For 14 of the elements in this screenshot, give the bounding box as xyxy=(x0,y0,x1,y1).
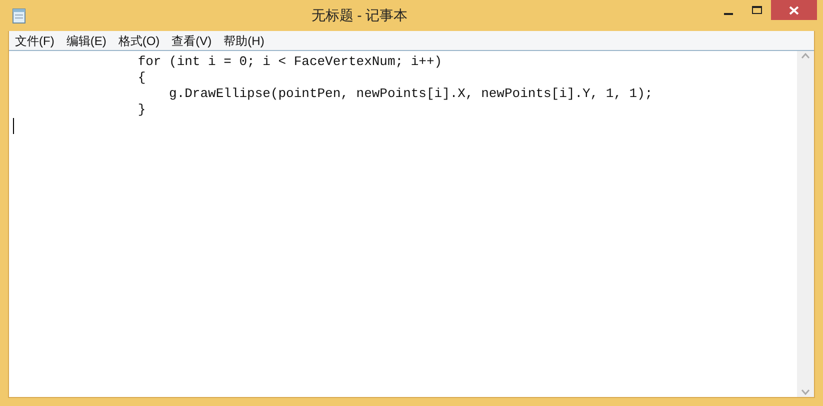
menu-item[interactable]: 帮助(H) xyxy=(218,32,270,50)
code-line: } xyxy=(136,102,146,118)
code-line: for (int i = 0; i < FaceVertexNum; i++) xyxy=(136,54,442,70)
window-title: 无标题 - 记事本 xyxy=(311,6,408,25)
menu-item[interactable]: 查看(V) xyxy=(166,32,218,50)
menu-item[interactable]: 格式(O) xyxy=(112,32,166,50)
code-line: g.DrawEllipse(pointPen, newPoints[i].X, newPoints[i].Y, 1, 1); xyxy=(168,86,653,102)
close-icon xyxy=(789,6,799,14)
close-button[interactable] xyxy=(771,0,817,20)
menu-item[interactable]: 编辑(E) xyxy=(60,32,112,50)
menu-item[interactable]: 文件(F) xyxy=(9,32,60,50)
notepad-icon xyxy=(12,8,26,24)
text-area[interactable]: for (int i = 0; i < FaceVertexNum; i++) { g.DrawEllipse(pointPen, newPoints[i].X, newPoints[i].Y, 1, 1); } xyxy=(9,51,797,397)
code-line: { xyxy=(136,70,146,86)
